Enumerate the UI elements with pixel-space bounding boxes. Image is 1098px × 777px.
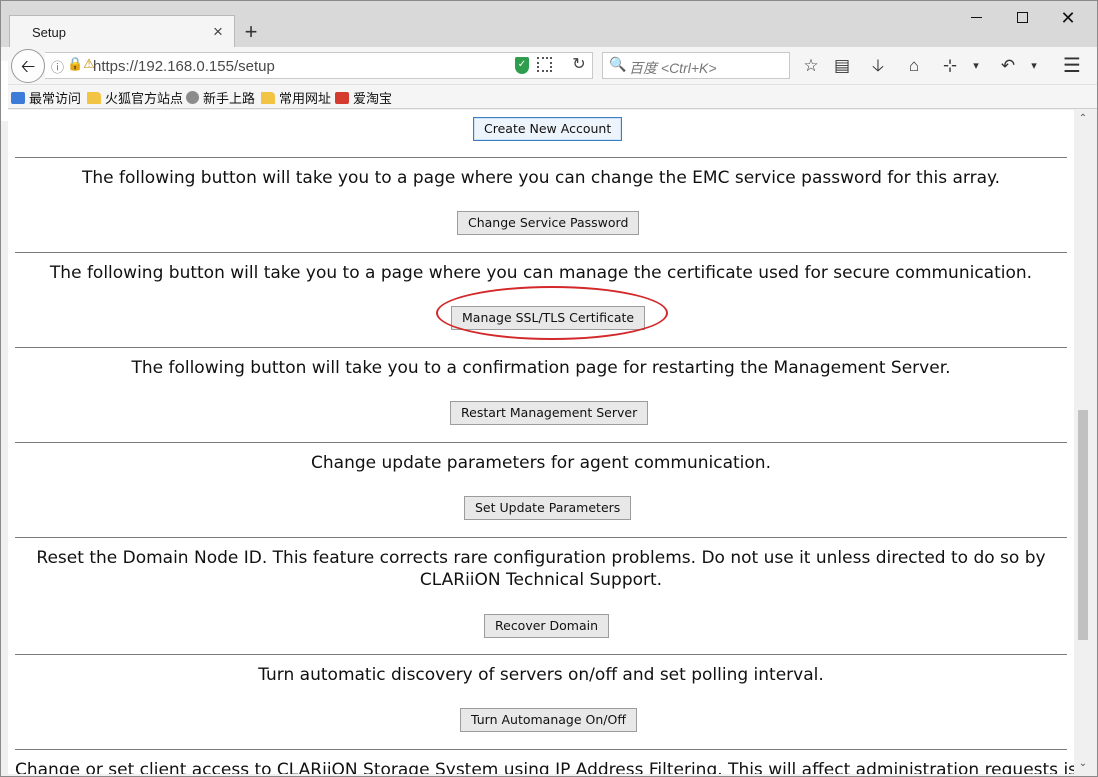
section-update-parameters: Change update parameters for agent commu…	[15, 452, 1067, 474]
navigation-bar: 🡠 ⓘ 🔒⚠ https://192.168.0.155/setup ✓ ↻ 🔍…	[1, 47, 1097, 85]
undo-icon[interactable]: ↶	[996, 55, 1020, 77]
section-text: The following button will take you to a …	[131, 358, 951, 378]
left-edge	[1, 61, 8, 121]
bookmark-label: 新手上路	[203, 91, 256, 106]
minimize-icon	[970, 17, 982, 19]
screenshot-icon[interactable]: ⊹	[938, 55, 962, 77]
back-arrow-icon: 🡠	[20, 56, 36, 76]
home-icon[interactable]: ⌂	[902, 55, 926, 77]
highlight-annotation-ring	[436, 286, 668, 340]
bookmark-label: 常用网址	[279, 91, 332, 106]
section-restart-server: The following button will take you to a …	[15, 357, 1067, 379]
taobao-icon	[335, 92, 349, 104]
url-text[interactable]: https://192.168.0.155/setup	[93, 58, 275, 75]
divider	[15, 252, 1067, 253]
search-icon: 🔍	[609, 56, 627, 72]
bookmarks-bar: 最常访问 火狐官方站点 新手上路 常用网址 爱淘宝	[1, 85, 1097, 109]
divider	[15, 749, 1067, 750]
restart-management-server-button[interactable]: Restart Management Server	[450, 401, 649, 425]
reload-icon[interactable]: ↻	[567, 55, 591, 75]
tab-bar: Setup × + ✕	[1, 1, 1097, 48]
browser-window: Setup × + ✕ 🡠 ⓘ 🔒⚠ https://192.168.0.155…	[0, 0, 1098, 777]
bookmark-star-icon[interactable]: ☆	[799, 55, 823, 77]
section-ssl-certificate: The following button will take you to a …	[15, 262, 1067, 284]
page-viewport: Create New Account The following button …	[8, 110, 1074, 774]
section-text: Change or set client access to CLARiiON …	[15, 760, 1074, 774]
tab-setup[interactable]: Setup ×	[9, 15, 235, 48]
undo-dropdown-icon[interactable]: ▾	[1022, 55, 1046, 77]
folder-icon	[261, 92, 275, 104]
divider	[15, 347, 1067, 348]
tab-close-icon[interactable]: ×	[208, 22, 228, 42]
search-placeholder: 百度 <Ctrl+K>	[629, 60, 717, 76]
bookmark-common-sites[interactable]: 常用网址	[261, 88, 331, 107]
scroll-up-arrow-icon[interactable]: ⌃	[1074, 110, 1092, 127]
most-visited-icon	[11, 92, 25, 104]
section-ip-filtering: Change or set client access to CLARiiON …	[15, 759, 1074, 774]
shield-icon[interactable]: ✓	[515, 57, 529, 74]
reading-list-icon[interactable]: ▤	[830, 55, 854, 77]
insecure-lock-icon[interactable]: 🔒⚠	[67, 56, 95, 72]
section-text: Change update parameters for agent commu…	[311, 453, 771, 473]
change-service-password-button[interactable]: Change Service Password	[457, 211, 640, 235]
section-text: The following button will take you to a …	[49, 263, 1033, 283]
recover-domain-button[interactable]: Recover Domain	[484, 614, 610, 638]
section-service-password: The following button will take you to a …	[15, 167, 1067, 189]
section-text: Reset the Domain Node ID. This feature c…	[36, 548, 1046, 590]
search-input[interactable]: 🔍 百度 <Ctrl+K>	[602, 52, 790, 79]
screenshot-dropdown-icon[interactable]: ▾	[964, 55, 988, 77]
info-icon[interactable]: ⓘ	[51, 57, 64, 76]
section-text: The following button will take you to a …	[81, 168, 1001, 188]
bookmark-firefox-sites[interactable]: 火狐官方站点	[87, 88, 183, 107]
download-icon[interactable]: 🡣	[866, 55, 890, 77]
section-text: Turn automatic discovery of servers on/o…	[258, 665, 824, 685]
create-new-account-button[interactable]: Create New Account	[473, 117, 623, 141]
url-bar[interactable]: ⓘ 🔒⚠ https://192.168.0.155/setup ✓	[45, 52, 593, 79]
turn-automanage-button[interactable]: Turn Automanage On/Off	[460, 708, 637, 732]
back-button[interactable]: 🡠	[11, 49, 45, 83]
divider	[15, 157, 1067, 158]
window-close-button[interactable]: ✕	[1045, 3, 1091, 33]
scroll-thumb[interactable]	[1078, 410, 1088, 640]
bookmark-label: 最常访问	[29, 91, 82, 106]
qr-code-icon[interactable]	[537, 57, 552, 72]
section-recover-domain: Reset the Domain Node ID. This feature c…	[15, 547, 1067, 591]
tab-title: Setup	[32, 25, 66, 40]
globe-icon	[186, 91, 199, 104]
new-tab-button[interactable]: +	[239, 20, 263, 44]
divider	[15, 654, 1067, 655]
folder-icon	[87, 92, 101, 104]
section-automanage: Turn automatic discovery of servers on/o…	[15, 664, 1067, 686]
vertical-scrollbar[interactable]: ⌃ ⌄	[1074, 110, 1092, 774]
maximize-button[interactable]	[999, 3, 1045, 33]
bookmark-getting-started[interactable]: 新手上路	[186, 88, 255, 107]
bookmark-label: 火狐官方站点	[105, 91, 184, 106]
bookmark-label: 爱淘宝	[353, 91, 393, 106]
bookmark-taobao[interactable]: 爱淘宝	[335, 88, 392, 107]
menu-icon[interactable]: ☰	[1060, 55, 1084, 77]
maximize-icon	[1016, 12, 1028, 24]
minimize-button[interactable]	[953, 3, 999, 33]
scroll-down-arrow-icon[interactable]: ⌄	[1074, 755, 1092, 772]
set-update-parameters-button[interactable]: Set Update Parameters	[464, 496, 632, 520]
divider	[15, 537, 1067, 538]
bookmark-most-visited[interactable]: 最常访问	[11, 88, 81, 107]
divider	[15, 442, 1067, 443]
